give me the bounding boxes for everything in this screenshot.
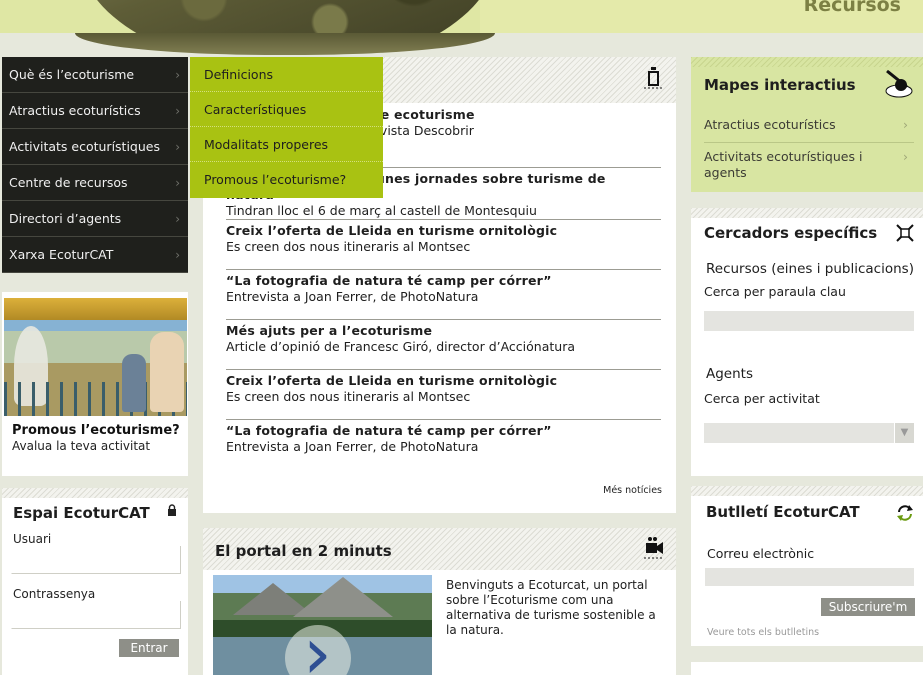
- submenu: Definicions Característiques Modalitats …: [190, 57, 383, 198]
- news-summary: Entrevista a Joan Ferrer, de PhotoNatura: [226, 289, 479, 304]
- chevron-right-icon: ›: [903, 117, 908, 132]
- agents-sub: Cerca per activitat: [704, 391, 820, 406]
- chevron-right-icon: ›: [903, 149, 908, 164]
- maps-box: Mapes interactius Atractius ecoturístics…: [691, 57, 923, 192]
- nav-item-label: Què és l’ecoturisme: [9, 67, 135, 82]
- hatch-bar: [691, 208, 923, 218]
- news-title[interactable]: “La fotografia de natura té camp per cór…: [226, 273, 661, 289]
- news-item[interactable]: Creix l’oferta de Lleida en turisme orni…: [226, 370, 661, 420]
- promo-title[interactable]: Promous l’ecoturisme?: [12, 423, 180, 438]
- newsletter-title: Butlletí EcoturCAT: [706, 503, 860, 521]
- resources-search-input[interactable]: [704, 311, 914, 331]
- resources-label: Recursos (eines i publicacions): [706, 261, 914, 277]
- username-input[interactable]: [11, 546, 181, 574]
- login-button[interactable]: Entrar: [119, 639, 179, 657]
- submenu-item-modalitats[interactable]: Modalitats properes: [190, 127, 383, 162]
- submenu-item-promous[interactable]: Promous l’ecoturisme?: [190, 162, 383, 197]
- news-summary: Es creen dos nous itineraris al Montsec: [226, 389, 471, 404]
- chevron-right-icon: ›: [175, 248, 180, 262]
- nav-item-label: Atractius ecoturístics: [9, 103, 141, 118]
- news-summary: Es creen dos nous itineraris al Montsec: [226, 239, 471, 254]
- video-camera-icon[interactable]: [642, 534, 666, 560]
- section-title: Recursos: [803, 0, 901, 16]
- promo-subtitle[interactable]: Avalua la teva activitat: [12, 439, 150, 453]
- nav-item-que-es[interactable]: Què és l’ecoturisme ›: [2, 57, 188, 93]
- refresh-icon: [897, 505, 913, 521]
- maps-link-label: Atractius ecoturístics: [704, 117, 836, 132]
- nav-item-label: Centre de recursos: [9, 175, 128, 190]
- nav-item-label: Xarxa EcoturCAT: [9, 247, 114, 262]
- header-photo: [78, 0, 498, 33]
- chevron-right-icon: ›: [175, 68, 180, 82]
- nav-item-xarxa[interactable]: Xarxa EcoturCAT ›: [2, 237, 188, 273]
- more-news-link[interactable]: Més notícies: [603, 485, 662, 496]
- portal-panel: El portal en 2 minuts Benvinguts a Ecotu…: [203, 528, 676, 675]
- news-title[interactable]: Creix l’oferta de Lleida en turisme orni…: [226, 373, 661, 389]
- password-input[interactable]: [11, 601, 181, 629]
- hatch-bar: [691, 57, 923, 67]
- header-photo-lower: [75, 33, 495, 55]
- hatch-bar: [2, 488, 188, 498]
- search-box: Cercadors específics Recursos (eines i p…: [691, 208, 923, 476]
- news-summary: Entrevista a Joan Ferrer, de PhotoNatura: [226, 439, 479, 454]
- chevron-right-icon: ›: [175, 104, 180, 118]
- nav-item-label: Activitats ecoturístiques: [9, 139, 160, 154]
- portal-video-thumbnail[interactable]: [213, 575, 432, 675]
- news-title[interactable]: Més ajuts per a l’ecoturisme: [226, 323, 661, 339]
- main-nav: Què és l’ecoturisme › Atractius ecoturíst…: [2, 57, 188, 273]
- nav-item-atractius[interactable]: Atractius ecoturístics ›: [2, 93, 188, 129]
- password-label: Contrassenya: [13, 587, 96, 601]
- map-pin-icon: [885, 69, 913, 98]
- activity-select[interactable]: ▼: [704, 423, 914, 443]
- resources-sub: Cerca per paraula clau: [704, 284, 846, 299]
- nav-item-label: Directori d’agents: [9, 211, 122, 226]
- crosshair-icon: [896, 224, 914, 242]
- newsletter-box: Butlletí EcoturCAT Correu electrònic Sub…: [691, 486, 923, 646]
- rss-icon[interactable]: [642, 65, 666, 91]
- maps-link-activitats[interactable]: Activitats ecoturístiques i agents ›: [704, 149, 908, 181]
- all-newsletters-link[interactable]: Veure tots els butlletins: [707, 627, 819, 638]
- username-label: Usuari: [13, 532, 52, 546]
- news-title[interactable]: “La fotografia de natura té camp per cór…: [226, 423, 661, 439]
- news-item[interactable]: “La fotografia de natura té camp per cór…: [226, 420, 661, 470]
- maps-link-label: Activitats ecoturístiques i agents: [704, 149, 863, 180]
- header: Recursos: [0, 0, 923, 33]
- portal-description: Benvinguts a Ecoturcat, un portal sobre …: [446, 578, 656, 637]
- email-input[interactable]: [705, 568, 914, 586]
- submenu-item-caracteristiques[interactable]: Característiques: [190, 92, 383, 127]
- nav-item-directori[interactable]: Directori d’agents ›: [2, 201, 188, 237]
- email-label: Correu electrònic: [707, 546, 815, 561]
- nav-item-activitats[interactable]: Activitats ecoturístiques ›: [2, 129, 188, 165]
- news-item[interactable]: Creix l’oferta de Lleida en turisme orni…: [226, 220, 661, 270]
- hatch-bar: [691, 486, 923, 496]
- chevron-right-icon: ›: [175, 140, 180, 154]
- hatch-bar: [691, 662, 923, 675]
- agents-label: Agents: [706, 366, 753, 382]
- maps-title: Mapes interactius: [704, 76, 856, 94]
- search-title: Cercadors específics: [704, 224, 878, 242]
- play-icon[interactable]: [285, 611, 351, 675]
- login-title: Espai EcoturCAT: [13, 504, 150, 522]
- login-box: Espai EcoturCAT Usuari Contrassenya Entr…: [2, 488, 188, 675]
- news-title[interactable]: Creix l’oferta de Lleida en turisme orni…: [226, 223, 661, 239]
- promo-image: [4, 298, 187, 416]
- lock-icon: [168, 504, 176, 516]
- news-item[interactable]: “La fotografia de natura té camp per cór…: [226, 270, 661, 320]
- subscribe-button[interactable]: Subscriure'm: [821, 598, 915, 616]
- news-summary: Tindran lloc el 6 de març al castell de …: [226, 203, 537, 218]
- submenu-item-definicions[interactable]: Definicions: [190, 57, 383, 92]
- news-summary: Article d’opinió de Francesc Giró, direc…: [226, 339, 575, 354]
- portal-title: El portal en 2 minuts: [215, 542, 392, 560]
- chevron-down-icon[interactable]: ▼: [894, 423, 914, 443]
- news-item[interactable]: Més ajuts per a l’ecoturisme Article d’o…: [226, 320, 661, 370]
- promo-box[interactable]: Promous l’ecoturisme? Avalua la teva act…: [2, 292, 188, 476]
- divider: [704, 142, 914, 143]
- nav-item-centre-recursos[interactable]: Centre de recursos ›: [2, 165, 188, 201]
- chevron-right-icon: ›: [175, 212, 180, 226]
- maps-link-atractius[interactable]: Atractius ecoturístics ›: [704, 117, 914, 133]
- chevron-right-icon: ›: [175, 176, 180, 190]
